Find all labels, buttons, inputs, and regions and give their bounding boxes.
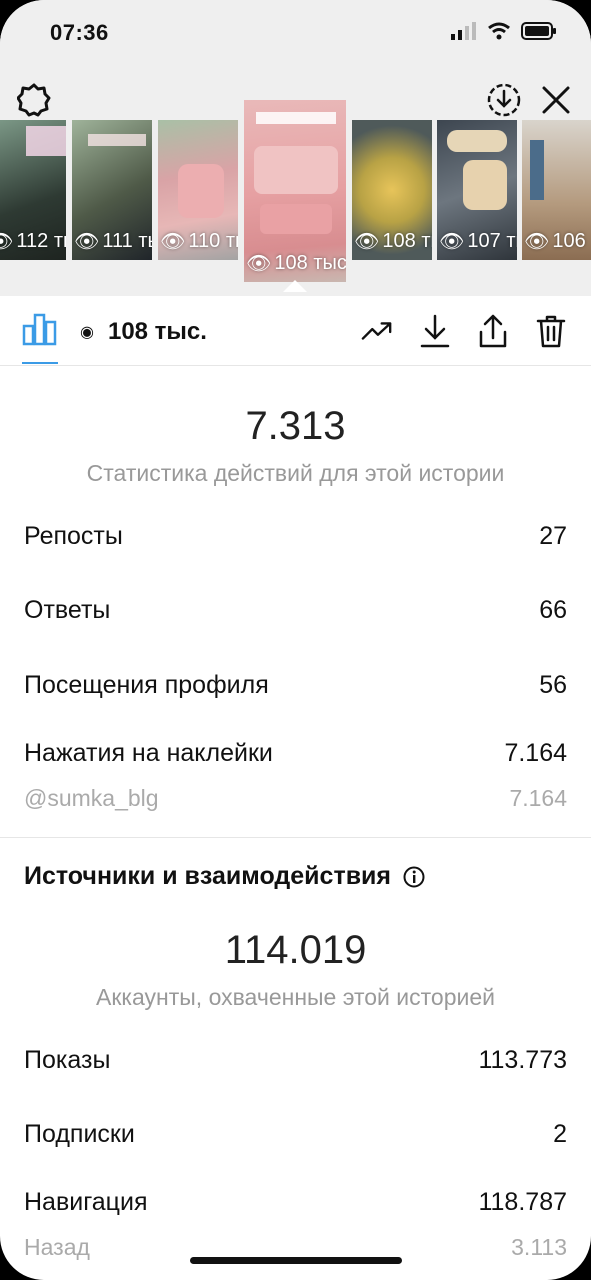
view-count: 👁107 тыс xyxy=(439,230,517,253)
trending-up-icon xyxy=(361,322,392,340)
story-thumbnail-selected[interactable]: 👁 108 тыс. xyxy=(244,100,346,282)
story-thumbnail[interactable]: 👁112 тыс xyxy=(0,120,66,260)
stat-label: Репосты xyxy=(24,522,123,550)
download-button[interactable] xyxy=(419,313,451,349)
status-time: 07:36 xyxy=(50,20,109,45)
reach-total: 114.019 xyxy=(224,928,367,972)
stat-value: 66 xyxy=(539,596,567,624)
reach-subtitle: Аккаунты, охваченные этой историей xyxy=(96,984,495,1010)
eye-icon: 👁 xyxy=(246,253,272,275)
tab-insights[interactable] xyxy=(22,312,58,364)
story-toolbar: ◉ 108 тыс. xyxy=(0,296,591,366)
stat-row-follows: Подписки 2 xyxy=(24,1120,567,1149)
eye-icon: 👁 xyxy=(0,231,14,253)
info-icon[interactable] xyxy=(403,866,425,888)
battery-icon xyxy=(521,22,556,40)
stat-label: Нажатия на наклейки xyxy=(24,739,273,767)
signal-icon xyxy=(451,22,476,40)
actions-total: 7.313 xyxy=(245,404,346,448)
view-count: 👁 106 xyxy=(524,230,586,253)
story-carousel-area: 👁112 тыс 👁111 тыс 👁110 тыс 👁108 тыс. 👁10… xyxy=(0,70,591,296)
stat-value: 2 xyxy=(553,1120,567,1148)
stat-row-impressions: Показы 113.773 xyxy=(24,1046,567,1075)
eye-icon: 👁 xyxy=(160,231,186,253)
share-button[interactable] xyxy=(477,313,509,349)
reach-section-title: Источники и взаимодействия xyxy=(24,862,425,891)
trash-icon xyxy=(536,315,566,348)
settings-button[interactable] xyxy=(16,82,52,118)
story-thumbnails: 👁112 тыс 👁111 тыс 👁110 тыс 👁108 тыс. 👁10… xyxy=(0,100,591,282)
stat-label: Навигация xyxy=(24,1188,148,1216)
stat-sublabel: Назад xyxy=(24,1234,90,1260)
actions-subtitle: Статистика действий для этой истории xyxy=(86,460,505,486)
download-icon xyxy=(420,314,450,348)
selected-indicator xyxy=(283,280,307,292)
wifi-icon xyxy=(488,22,510,40)
section-divider xyxy=(0,837,591,838)
views-summary: ◉ 108 тыс. xyxy=(80,318,207,346)
stat-subvalue: 3.113 xyxy=(511,1234,567,1260)
stat-row-sticker-taps: Нажатия на наклейки 7.164 xyxy=(24,739,567,768)
view-count: 👁 108 тыс. xyxy=(246,252,346,275)
stat-label: Показы xyxy=(24,1046,111,1074)
stat-row-profile-visits: Посещения профиля 56 xyxy=(24,671,567,700)
stat-label: Подписки xyxy=(24,1120,135,1148)
close-icon xyxy=(542,86,570,114)
save-story-button[interactable] xyxy=(484,80,524,120)
stat-row-sticker-mention: @sumka_blg 7.164 xyxy=(24,785,567,812)
stat-row-replies: Ответы 66 xyxy=(24,596,567,625)
home-indicator[interactable] xyxy=(190,1257,402,1264)
promote-button[interactable] xyxy=(361,313,393,349)
stat-row-reposts: Репосты 27 xyxy=(24,522,567,551)
close-button[interactable] xyxy=(536,80,576,120)
story-thumbnail[interactable]: 👁 106 xyxy=(522,120,591,260)
stat-row-navigation: Навигация 118.787 xyxy=(24,1188,567,1217)
download-circle-icon xyxy=(487,83,521,117)
delete-button[interactable] xyxy=(535,313,567,349)
eye-icon: 👁 xyxy=(439,231,465,253)
stat-value: 27 xyxy=(539,522,567,550)
phone-screen: 07:36 👁 112 т 👁 111 т 👁 110 т 👁 108 тыс.… xyxy=(0,0,591,1280)
stat-value: 56 xyxy=(539,671,567,699)
bar-chart-icon xyxy=(22,313,57,346)
eye-icon: 👁 xyxy=(524,231,550,253)
eye-icon: ◉ xyxy=(80,324,94,341)
eye-icon: 👁 xyxy=(354,231,380,253)
view-count: 👁108 тыс xyxy=(354,230,432,253)
story-thumbnail[interactable]: 👁107 тыс xyxy=(437,120,517,260)
stat-value: 7.164 xyxy=(504,739,567,767)
stat-value: 118.787 xyxy=(478,1188,567,1216)
story-actions xyxy=(361,313,567,349)
section-title-text: Источники и взаимодействия xyxy=(24,862,392,890)
view-count: 👁110 тыс xyxy=(160,230,238,253)
story-thumbnail[interactable]: 👁111 тыс xyxy=(72,120,152,260)
view-count: 👁111 тыс xyxy=(74,230,152,253)
status-bar: 07:36 xyxy=(0,0,591,70)
eye-icon: 👁 xyxy=(74,231,100,253)
views-value: 108 тыс. xyxy=(107,318,207,345)
stat-label: Посещения профиля xyxy=(24,671,269,699)
stat-value: 113.773 xyxy=(478,1046,567,1074)
status-icons xyxy=(451,22,557,40)
story-thumbnail[interactable]: 👁108 тыс xyxy=(352,120,432,260)
view-count: 👁112 тыс xyxy=(0,229,66,254)
share-icon xyxy=(479,314,507,348)
stat-sublabel: @sumka_blg xyxy=(24,785,159,811)
stat-label: Ответы xyxy=(24,596,111,624)
gear-icon xyxy=(17,83,51,117)
stat-subvalue: 7.164 xyxy=(509,785,567,811)
story-thumbnail[interactable]: 👁110 тыс xyxy=(158,120,238,260)
